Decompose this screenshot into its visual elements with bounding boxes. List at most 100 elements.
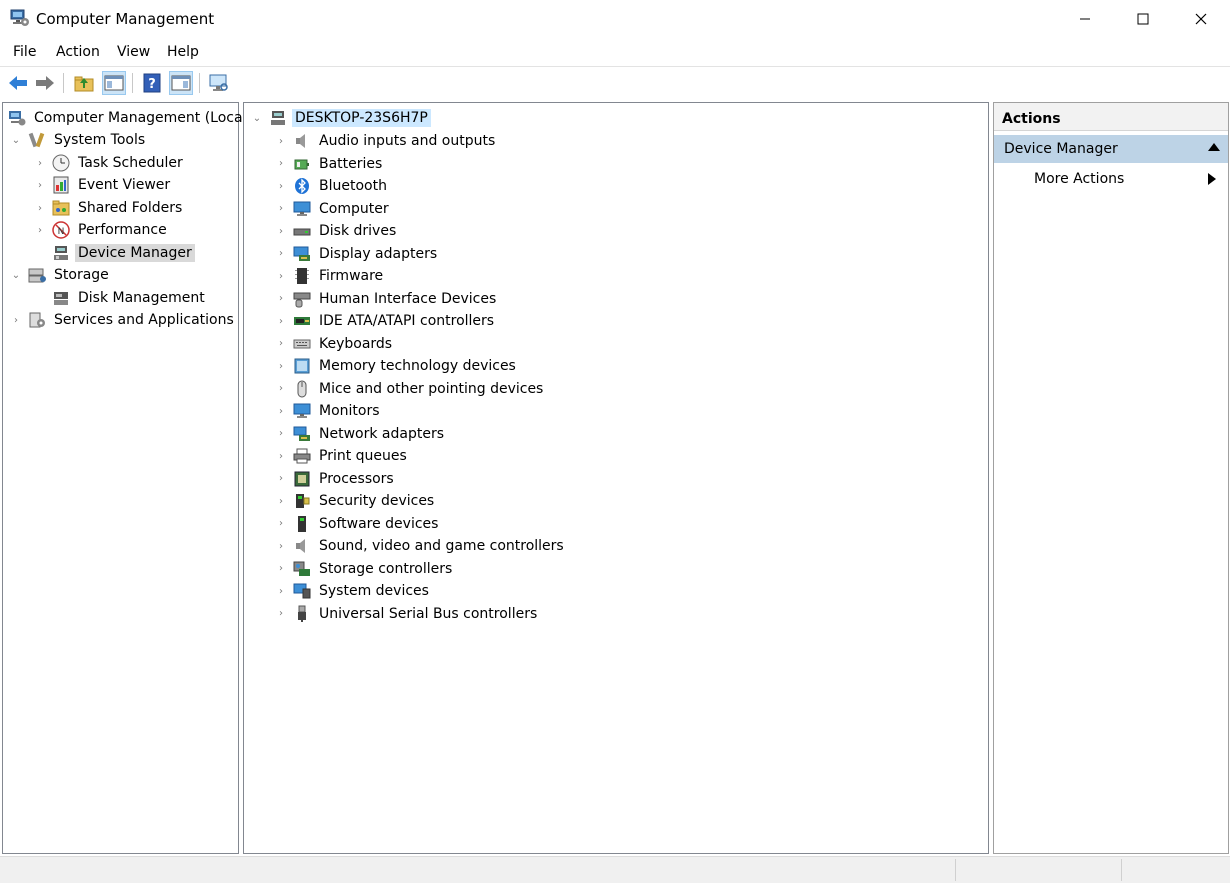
show-hide-console-tree-button[interactable]: [102, 71, 126, 95]
chevron-right-icon[interactable]: ›: [274, 423, 288, 445]
back-button[interactable]: [6, 71, 30, 95]
chevron-right-icon[interactable]: ›: [274, 243, 288, 265]
tree-item-task-scheduler[interactable]: › Task Scheduler: [33, 152, 186, 174]
device-category-item[interactable]: › Software devices: [274, 513, 441, 535]
tree-label: Performance: [78, 222, 167, 238]
toolbar-separator: [63, 73, 64, 93]
collapse-up-icon[interactable]: [1208, 143, 1220, 151]
chevron-right-icon[interactable]: ›: [274, 378, 288, 400]
chevron-right-icon[interactable]: ›: [274, 333, 288, 355]
chevron-right-icon[interactable]: ›: [9, 309, 23, 331]
maximize-button[interactable]: [1114, 0, 1172, 38]
device-category-item[interactable]: › Computer: [274, 198, 392, 220]
device-category-item[interactable]: › Security devices: [274, 490, 437, 512]
device-category-item[interactable]: › Display adapters: [274, 243, 440, 265]
device-category-label: Keyboards: [319, 335, 393, 352]
chevron-right-icon[interactable]: ›: [274, 198, 288, 220]
tree-item-storage[interactable]: ⌄ Storage: [9, 264, 112, 286]
menu-view[interactable]: View: [117, 44, 150, 60]
device-category-item[interactable]: › Processors: [274, 468, 397, 490]
chevron-right-icon[interactable]: ›: [274, 580, 288, 602]
chevron-down-icon[interactable]: ⌄: [250, 107, 264, 129]
chevron-right-icon[interactable]: ›: [274, 490, 288, 512]
device-category-label: Firmware: [319, 268, 384, 284]
chevron-right-icon[interactable]: ›: [274, 310, 288, 332]
scan-hardware-button[interactable]: [207, 71, 231, 95]
chevron-right-icon[interactable]: ›: [274, 175, 288, 197]
chevron-right-icon[interactable]: ›: [274, 445, 288, 467]
title-bar: Computer Management: [0, 0, 1230, 38]
chevron-right-icon[interactable]: ›: [274, 130, 288, 152]
device-category-label: Storage controllers: [319, 560, 453, 577]
menu-file[interactable]: File: [13, 44, 36, 60]
forward-button[interactable]: [33, 71, 57, 95]
device-category-item[interactable]: › Monitors: [274, 400, 383, 422]
menu-action[interactable]: Action: [56, 44, 100, 60]
tree-label: System Tools: [54, 132, 146, 148]
chevron-right-icon[interactable]: ›: [274, 355, 288, 377]
help-icon: ?: [143, 73, 161, 93]
device-category-item[interactable]: › Audio inputs and outputs: [274, 130, 498, 152]
chevron-right-icon[interactable]: ›: [33, 197, 47, 219]
device-category-item[interactable]: › Universal Serial Bus controllers: [274, 603, 540, 625]
minimize-button[interactable]: [1056, 0, 1114, 38]
bluetooth-icon: [292, 176, 312, 196]
actions-section-device-manager[interactable]: Device Manager: [994, 135, 1228, 163]
tree-item-disk-management[interactable]: Disk Management: [51, 287, 208, 309]
tree-item-system-tools[interactable]: ⌄ System Tools: [9, 129, 148, 151]
chevron-down-icon[interactable]: ⌄: [9, 264, 23, 286]
show-hide-action-pane-button[interactable]: [169, 71, 193, 95]
chevron-right-icon[interactable]: ›: [274, 400, 288, 422]
device-category-label: Sound, video and game controllers: [319, 538, 564, 554]
device-category-label: Audio inputs and outputs: [319, 133, 496, 149]
device-category-item[interactable]: › Sound, video and game controllers: [274, 535, 567, 557]
chevron-down-icon[interactable]: ⌄: [9, 129, 23, 151]
tree-item-shared-folders[interactable]: › Shared Folders: [33, 197, 185, 219]
chevron-right-icon[interactable]: ›: [274, 535, 288, 557]
device-category-item[interactable]: › Human Interface Devices: [274, 288, 499, 310]
event-viewer-icon: [51, 175, 71, 195]
device-category-item[interactable]: › System devices: [274, 580, 432, 602]
software-device-icon: [292, 514, 312, 534]
submenu-arrow-icon[interactable]: [1208, 173, 1216, 185]
close-button[interactable]: [1172, 0, 1230, 38]
chevron-right-icon[interactable]: ›: [274, 603, 288, 625]
more-actions-link[interactable]: More Actions: [1034, 171, 1124, 187]
computer-management-icon: [7, 108, 27, 128]
actions-pane: Actions Device Manager More Actions: [993, 102, 1229, 854]
storage-icon: [27, 265, 47, 285]
device-category-item[interactable]: › Network adapters: [274, 423, 447, 445]
chevron-right-icon[interactable]: ›: [274, 220, 288, 242]
chevron-right-icon[interactable]: ›: [33, 219, 47, 241]
device-category-label: Network adapters: [319, 425, 444, 442]
device-category-item[interactable]: › Print queues: [274, 445, 410, 467]
tree-item-device-manager[interactable]: Device Manager: [51, 242, 195, 264]
device-category-item[interactable]: › Storage controllers: [274, 558, 455, 580]
menu-help[interactable]: Help: [167, 44, 199, 60]
chevron-right-icon[interactable]: ›: [274, 558, 288, 580]
chevron-right-icon[interactable]: ›: [274, 513, 288, 535]
tree-item-performance[interactable]: › N Performance: [33, 219, 170, 241]
security-device-icon: [292, 491, 312, 511]
device-category-item[interactable]: › Firmware: [274, 265, 386, 287]
chevron-right-icon[interactable]: ›: [33, 152, 47, 174]
device-category-item[interactable]: › Batteries: [274, 153, 385, 175]
tree-item-computer-management[interactable]: Computer Management (Local): [7, 107, 255, 129]
tree-label: Device Manager: [75, 244, 195, 262]
chevron-right-icon[interactable]: ›: [274, 153, 288, 175]
device-category-item[interactable]: › Bluetooth: [274, 175, 390, 197]
chevron-right-icon[interactable]: ›: [33, 174, 47, 196]
chevron-right-icon[interactable]: ›: [274, 265, 288, 287]
chevron-right-icon[interactable]: ›: [274, 288, 288, 310]
chevron-right-icon[interactable]: ›: [274, 468, 288, 490]
up-one-level-button[interactable]: [72, 71, 96, 95]
device-category-item[interactable]: › IDE ATA/ATAPI controllers: [274, 310, 497, 332]
device-category-item[interactable]: › Keyboards: [274, 333, 395, 355]
device-category-item[interactable]: › Mice and other pointing devices: [274, 378, 546, 400]
tree-item-event-viewer[interactable]: › Event Viewer: [33, 174, 173, 196]
device-category-item[interactable]: › Memory technology devices: [274, 355, 519, 377]
device-tree-root[interactable]: ⌄ DESKTOP-23S6H7P: [250, 107, 431, 129]
help-button[interactable]: ?: [140, 71, 164, 95]
tree-item-services-and-applications[interactable]: › Services and Applications: [9, 309, 237, 331]
device-category-item[interactable]: › Disk drives: [274, 220, 399, 242]
